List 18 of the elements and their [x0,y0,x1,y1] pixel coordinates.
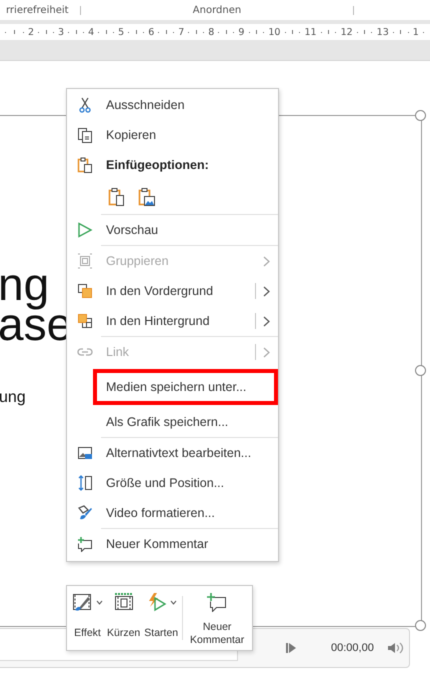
ruler-number: 1 [412,26,419,38]
ruler-number: 2 [28,26,34,38]
ruler-number: 12 [340,26,353,38]
ribbon-group-label: Anordnen [192,4,242,16]
ruler-number: 13 [376,26,389,38]
ribbon-group-label: rrierefreiheit [5,4,70,16]
ruler-number: 5 [118,26,124,38]
menu-section-header: Einfügeoptionen: [106,158,209,172]
ruler-number: 7 [178,26,184,38]
ruler-number: 10 [268,26,280,38]
time-display: 00:00,00 [331,642,374,654]
ruler-number: 9 [238,26,244,38]
ruler-number: 8 [208,26,214,38]
ruler-number: 3 [58,26,64,38]
slide-subtitle-text: ung [0,389,26,407]
ruler-number: 6 [148,26,154,38]
ruler-number: 11 [304,26,317,38]
ruler-number: 4 [88,26,94,38]
